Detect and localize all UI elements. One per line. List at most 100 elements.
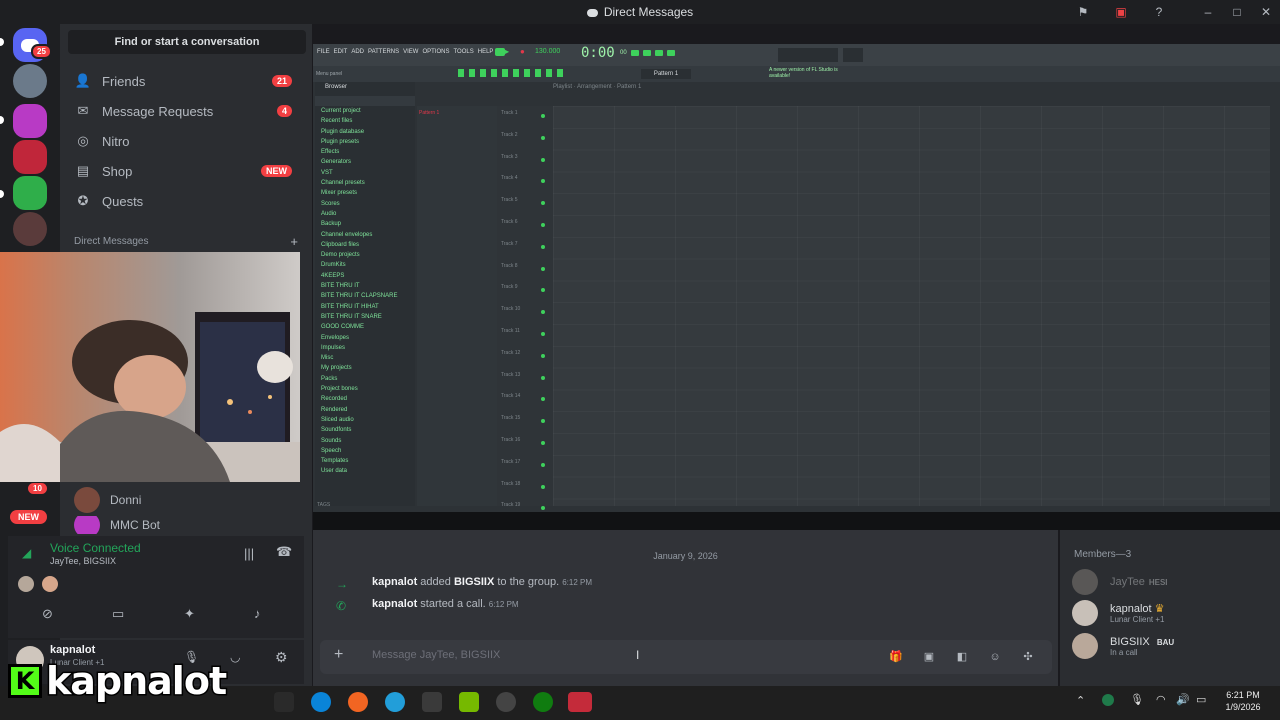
xbox-icon[interactable]: [533, 692, 553, 712]
nvidia-icon[interactable]: [459, 692, 479, 712]
pattern-selector[interactable]: Pattern 1: [641, 69, 691, 79]
browser-item[interactable]: DrumKits: [321, 260, 415, 270]
record-icon[interactable]: ●: [520, 47, 525, 56]
camera-off-icon[interactable]: ⊘: [42, 606, 53, 622]
create-dm-button[interactable]: +: [290, 234, 298, 249]
fl-menu-file[interactable]: FILE: [317, 49, 330, 55]
browser-item[interactable]: Templates: [321, 456, 415, 466]
browser-item[interactable]: GOOD COMME: [321, 322, 415, 332]
share-screen-icon[interactable]: ▭: [112, 606, 124, 622]
track-label[interactable]: Track 3: [501, 154, 517, 160]
obs-icon[interactable]: [496, 692, 516, 712]
nav-message-requests[interactable]: ✉ Message Requests 4: [68, 97, 306, 125]
track-mute-led-icon[interactable]: [541, 397, 545, 402]
new-unreads-badge[interactable]: NEW: [10, 510, 47, 524]
server-icon-4[interactable]: [13, 176, 47, 210]
fl-menu-help[interactable]: HELP: [478, 49, 494, 55]
browser-item[interactable]: BITE THRU IT SNARE: [321, 312, 415, 322]
browser-item[interactable]: Channel envelopes: [321, 230, 415, 240]
nav-shop[interactable]: ▤ Shop NEW: [68, 157, 306, 185]
help-icon[interactable]: ?: [1151, 4, 1167, 20]
discord-taskbar-icon[interactable]: [568, 692, 592, 712]
track-label[interactable]: Track 2: [501, 132, 517, 138]
message-input[interactable]: Message JayTee, BIGSIIX: [372, 649, 500, 661]
browser-item[interactable]: Packs: [321, 374, 415, 384]
member-jaytee[interactable]: JayTee HESI: [1072, 569, 1272, 595]
server-icon-3[interactable]: [13, 140, 47, 174]
browser-item[interactable]: Sliced audio: [321, 415, 415, 425]
track-label[interactable]: Track 11: [501, 328, 520, 334]
browser-item[interactable]: Misc: [321, 353, 415, 363]
track-mute-led-icon[interactable]: [541, 484, 545, 489]
browser-item[interactable]: Recorded: [321, 394, 415, 404]
track-mute-led-icon[interactable]: [541, 332, 545, 336]
voice-signal-icon[interactable]: ◢: [22, 546, 31, 560]
browser-item[interactable]: Envelopes: [321, 333, 415, 343]
track-mute-led-icon[interactable]: [541, 114, 545, 118]
track-mute-led-icon[interactable]: [541, 353, 545, 358]
track-mute-led-icon[interactable]: [541, 223, 545, 227]
wifi-icon[interactable]: ◠: [1156, 693, 1166, 706]
tray-app-icon[interactable]: [1102, 694, 1114, 706]
track-label[interactable]: Track 10: [501, 306, 520, 312]
track-label[interactable]: Track 5: [501, 197, 517, 203]
browser-item[interactable]: BITE THRU IT HIHAT: [321, 302, 415, 312]
browser-item[interactable]: Current project: [321, 106, 415, 116]
dm-item-mmc-bot[interactable]: MMC Bot: [74, 516, 304, 534]
nav-friends[interactable]: 👤 Friends 21: [68, 67, 306, 95]
track-mute-led-icon[interactable]: [541, 506, 545, 511]
gif-icon[interactable]: ▣: [921, 649, 937, 665]
activities-icon[interactable]: ✦: [184, 606, 195, 622]
track-label[interactable]: Track 16: [501, 437, 520, 443]
track-mute-led-icon[interactable]: [541, 441, 545, 445]
battery-icon[interactable]: ▭: [1196, 693, 1206, 706]
browser-item[interactable]: Project bones: [321, 384, 415, 394]
server-icon-5[interactable]: [13, 212, 47, 246]
fl-menu-add[interactable]: ADD: [351, 49, 364, 55]
nav-quests[interactable]: ✪ Quests: [68, 187, 306, 215]
attach-plus-icon[interactable]: +: [334, 646, 343, 664]
browser-item[interactable]: Impulses: [321, 343, 415, 353]
browser-item[interactable]: My projects: [321, 363, 415, 373]
message-author[interactable]: kapnalot: [372, 576, 417, 588]
user-name[interactable]: kapnalot: [50, 644, 95, 656]
member-kapnalot[interactable]: kapnalot ♛ Lunar Client +1: [1072, 600, 1272, 626]
browser-item[interactable]: Backup: [321, 219, 415, 229]
voice-channel[interactable]: JayTee, BIGSIIX: [50, 556, 116, 566]
track-mute-led-icon[interactable]: [541, 201, 545, 206]
track-mute-led-icon[interactable]: [541, 419, 545, 424]
track-label[interactable]: Track 6: [501, 219, 517, 225]
track-label[interactable]: Track 9: [501, 284, 517, 290]
tray-chevron-icon[interactable]: ⌃: [1076, 694, 1085, 707]
member-bigsiix[interactable]: BIGSIIX BAU In a call: [1072, 633, 1272, 659]
track-mute-led-icon[interactable]: [541, 135, 545, 140]
browser-item[interactable]: Sounds: [321, 436, 415, 446]
browser-item[interactable]: Scores: [321, 199, 415, 209]
sticker-icon[interactable]: ◧: [954, 649, 970, 665]
track-label[interactable]: Track 15: [501, 415, 520, 421]
browser-item[interactable]: 4KEEPS: [321, 271, 415, 281]
soundcloud-icon[interactable]: [348, 692, 368, 712]
fl-menu-edit[interactable]: EDIT: [334, 49, 348, 55]
screen-share-icon[interactable]: ▣: [1113, 4, 1129, 20]
server-icon-2[interactable]: [13, 104, 47, 138]
fl-menu-options[interactable]: OPTIONS: [422, 49, 449, 55]
gift-icon[interactable]: 🎁: [888, 649, 904, 665]
browser-item[interactable]: Rendered: [321, 405, 415, 415]
browser-item[interactable]: Channel presets: [321, 178, 415, 188]
voice-participant-avatar[interactable]: [18, 576, 34, 592]
volume-icon[interactable]: 🔊: [1176, 693, 1190, 706]
track-label[interactable]: Track 8: [501, 263, 517, 269]
fl-menu-patterns[interactable]: PATTERNS: [368, 49, 399, 55]
track-label[interactable]: Track 14: [501, 393, 520, 399]
tempo-display[interactable]: 130.000: [535, 48, 560, 55]
track-label[interactable]: Track 17: [501, 459, 520, 465]
track-mute-led-icon[interactable]: [541, 310, 545, 315]
settings-gear-icon[interactable]: ⚙: [275, 649, 288, 666]
track-mute-led-icon[interactable]: [541, 266, 545, 271]
track-label[interactable]: Track 18: [501, 481, 520, 487]
browser-item[interactable]: Mixer presets: [321, 188, 415, 198]
screen-share-fl-studio[interactable]: FILE EDIT ADD PATTERNS VIEW OPTIONS TOOL…: [313, 44, 1280, 512]
voice-status[interactable]: Voice Connected: [50, 541, 141, 555]
voice-participant-avatar[interactable]: [42, 576, 58, 592]
